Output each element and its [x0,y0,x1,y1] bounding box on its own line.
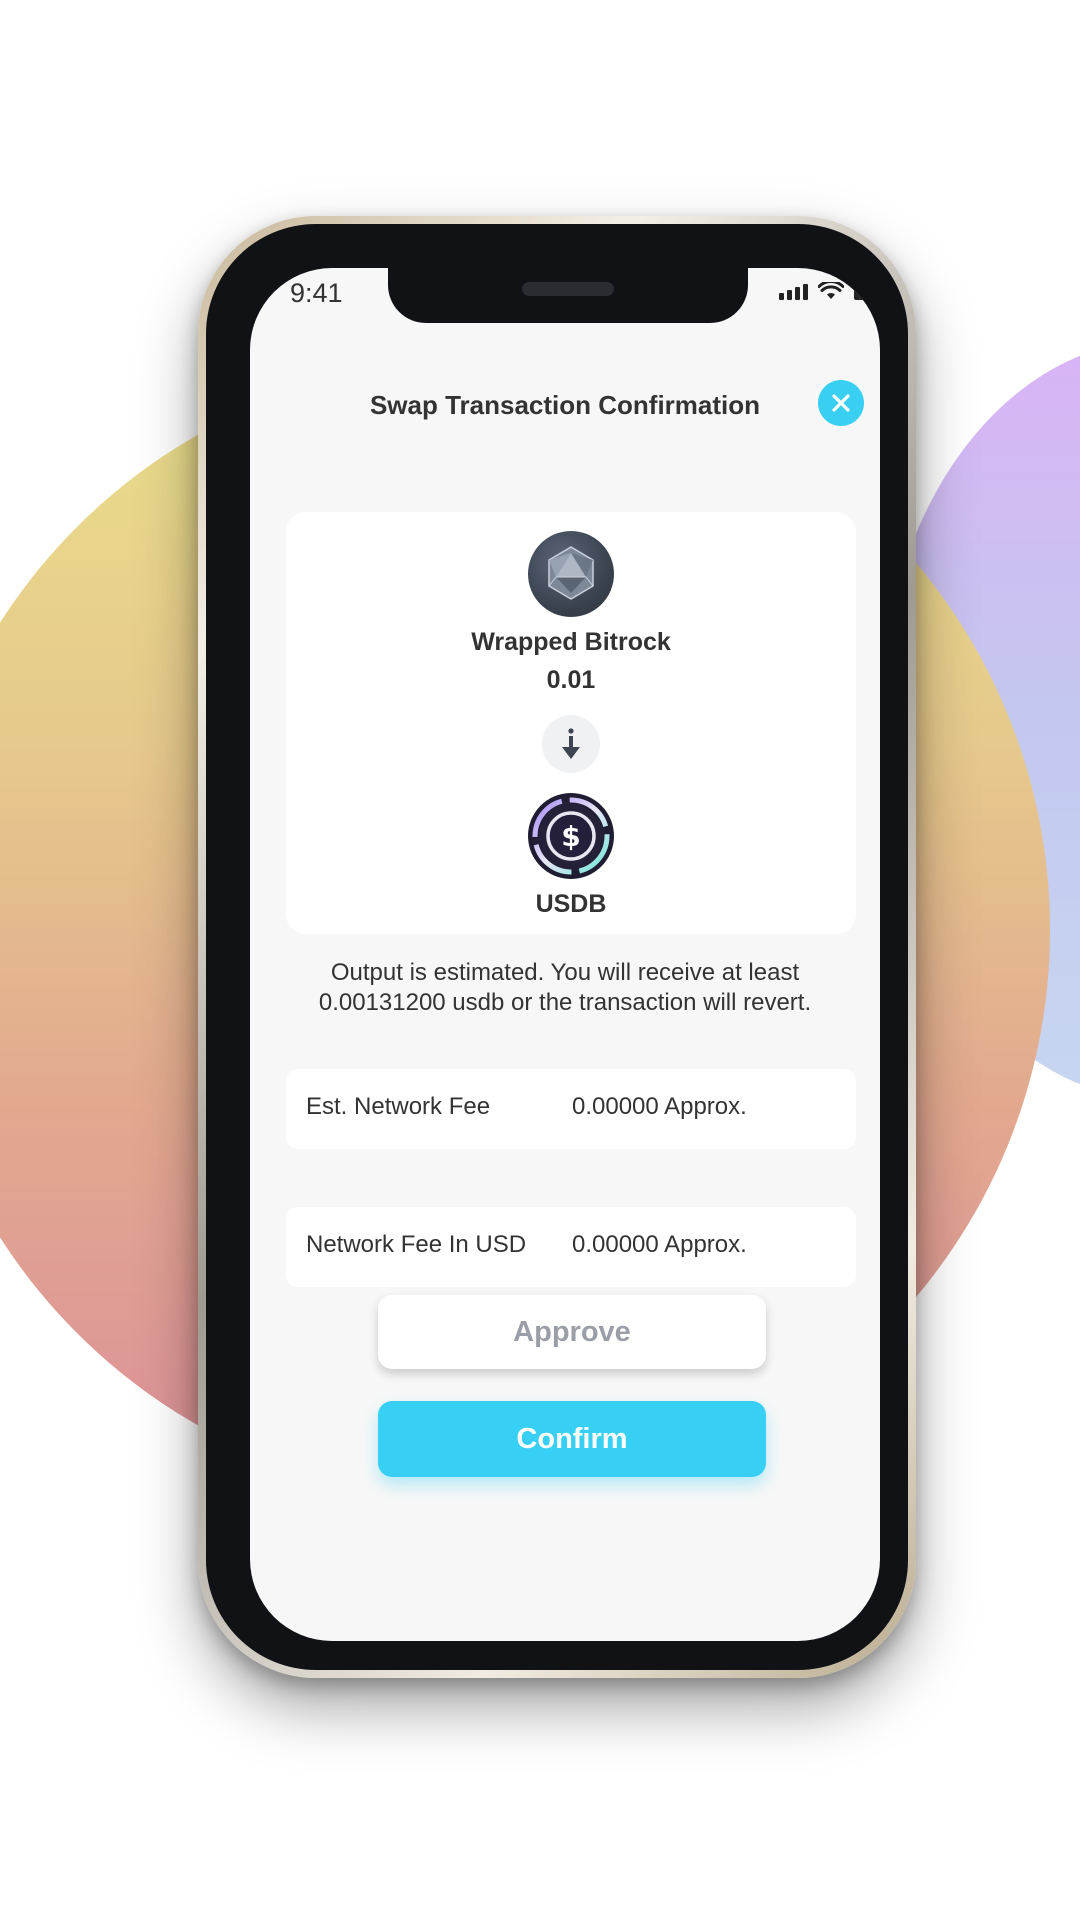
status-icons [779,282,868,300]
stage: 9:41 Swap Transaction Confirmation Wrapp… [0,0,1080,1920]
phone-bezel: 9:41 Swap Transaction Confirmation Wrapp… [206,224,908,1670]
dialog-title: Swap Transaction Confirmation [369,390,761,420]
status-time: 9:41 [290,278,343,308]
notch [388,268,748,323]
fee-label: Est. Network Fee [306,1093,491,1120]
signal-icon [779,284,808,300]
approve-button[interactable]: Approve [378,1295,766,1369]
close-button[interactable] [818,380,864,426]
to-token-name: USDB [535,890,607,918]
phone-frame: 9:41 Swap Transaction Confirmation Wrapp… [198,216,916,1678]
from-token-name: Wrapped Bitrock [471,628,671,656]
phone-screen: 9:41 Swap Transaction Confirmation Wrapp… [250,268,880,1641]
wrapped-bitrock-icon [528,531,614,617]
fee-row: Est. Network Fee 0.00000 Approx. [286,1069,856,1149]
battery-icon [854,284,868,300]
swap-direction-indicator [542,715,600,773]
wifi-icon [818,282,844,299]
arrow-down-icon [562,728,580,759]
close-icon [832,394,850,412]
speaker-grille [522,282,614,296]
fee-value: 0.00000 Approx. [572,1231,747,1258]
svg-text:$: $ [561,820,580,853]
from-token-amount: 0.01 [546,666,596,694]
usdb-dollar-icon: $ [528,793,614,879]
fee-value: 0.00000 Approx. [572,1093,747,1120]
fee-row: Network Fee In USD 0.00000 Approx. [286,1207,856,1287]
fee-label: Network Fee In USD [306,1231,527,1258]
estimate-notice: Output is estimated. You will receive at… [318,959,812,1016]
confirm-button[interactable]: Confirm [378,1401,766,1477]
swap-card: Wrapped Bitrock 0.01 $ USDB [286,512,856,934]
